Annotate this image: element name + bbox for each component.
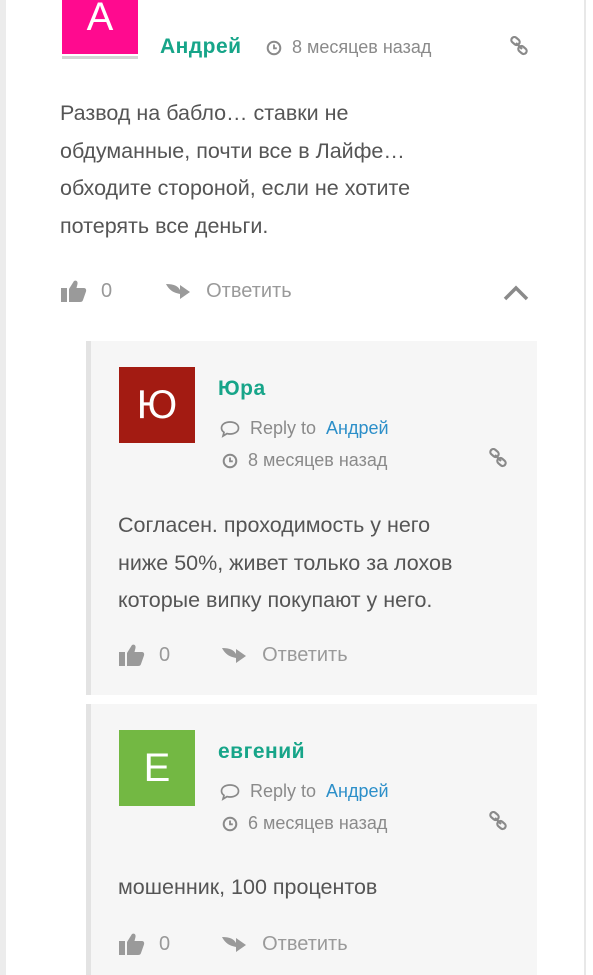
avatar-letter: А (86, 0, 114, 39)
avatar-shadow (62, 56, 138, 59)
reply-arrow-icon (222, 937, 247, 952)
left-frame-border (0, 0, 6, 975)
comment-text-line: Согласен. проходимость у него (118, 513, 431, 537)
comment-text-line: которые випку покупают у него. (118, 588, 433, 612)
avatar[interactable]: А (62, 0, 138, 54)
reply-to-prefix: Reply to (250, 418, 317, 438)
avatar-letter: Е (143, 745, 171, 790)
comment-text: Развод на бабло… ставки не обдуманные, п… (60, 95, 500, 245)
link-icon[interactable] (488, 448, 508, 468)
thumbs-up-icon[interactable] (119, 932, 145, 956)
reply-arrow-icon (222, 648, 247, 663)
avatar[interactable]: Ю (119, 367, 195, 443)
comment-text: Согласен. проходимость у него ниже 50%, … (118, 507, 518, 620)
comment-author[interactable]: Андрей (160, 35, 242, 59)
clock-icon (222, 816, 238, 831)
comment-actions: 0 Ответить (119, 643, 348, 667)
reply-button[interactable]: Ответить (164, 280, 292, 303)
reply-comment: Ю Юра Reply to Андрей 8 месяцев назад Со… (86, 341, 537, 695)
clock-icon (222, 453, 238, 468)
like-count: 0 (159, 643, 171, 666)
reply-button[interactable]: Ответить (220, 644, 348, 667)
comment-author[interactable]: Юра (218, 377, 266, 401)
comment-actions: 0 Ответить (61, 279, 292, 303)
comment-time: 8 месяцев назад (222, 450, 387, 471)
comment-text-line: обдуманные, почти все в Лайфе… (60, 138, 405, 163)
reply-button[interactable]: Ответить (220, 933, 348, 956)
reply-to-author-link[interactable]: Андрей (326, 418, 389, 439)
comment-time: 6 месяцев назад (222, 813, 387, 834)
reply-to-prefix: Reply to (250, 781, 317, 801)
reply-to: Reply to Андрей (220, 418, 389, 439)
comment-time: 8 месяцев назад (266, 37, 431, 58)
comment-text-line: обходите стороной, если не хотите (60, 176, 411, 200)
reply-to: Reply to Андрей (220, 781, 389, 802)
thumbs-up-icon[interactable] (61, 279, 87, 303)
comment-author[interactable]: евгений (218, 740, 305, 764)
link-icon[interactable] (509, 36, 529, 56)
clock-icon (266, 40, 282, 55)
like-count: 0 (101, 279, 113, 302)
comment-time-text: 6 месяцев назад (248, 813, 388, 833)
reply-to-author-link[interactable]: Андрей (326, 781, 389, 802)
comment-time-text: 8 месяцев назад (292, 37, 432, 57)
avatar-letter: Ю (136, 382, 178, 427)
reply-label: Ответить (262, 643, 348, 666)
thumbs-up-icon[interactable] (119, 643, 145, 667)
like-count: 0 (159, 932, 171, 955)
reply-comment: Е евгений Reply to Андрей 6 месяцев наза… (86, 704, 537, 975)
reply-label: Ответить (262, 932, 348, 955)
link-icon[interactable] (488, 811, 508, 831)
comment-text-line: потерять все деньги. (60, 213, 269, 238)
right-frame-border (584, 0, 586, 975)
chevron-up-icon[interactable] (503, 285, 529, 301)
comment-text-line: мошенник, 100 процентов (118, 875, 378, 899)
comment-bubble-icon (220, 420, 240, 438)
comment-bubble-icon (220, 783, 240, 801)
avatar[interactable]: Е (119, 730, 195, 806)
reply-arrow-icon (166, 284, 191, 299)
comment-time-text: 8 месяцев назад (248, 450, 388, 470)
reply-label: Ответить (206, 279, 292, 302)
comment-actions: 0 Ответить (119, 932, 348, 956)
comment-text-line: ниже 50%, живет только за лохов (118, 550, 453, 575)
comment-text: мошенник, 100 процентов (118, 869, 518, 907)
comment-text-line: Развод на бабло… ставки не (60, 101, 349, 125)
